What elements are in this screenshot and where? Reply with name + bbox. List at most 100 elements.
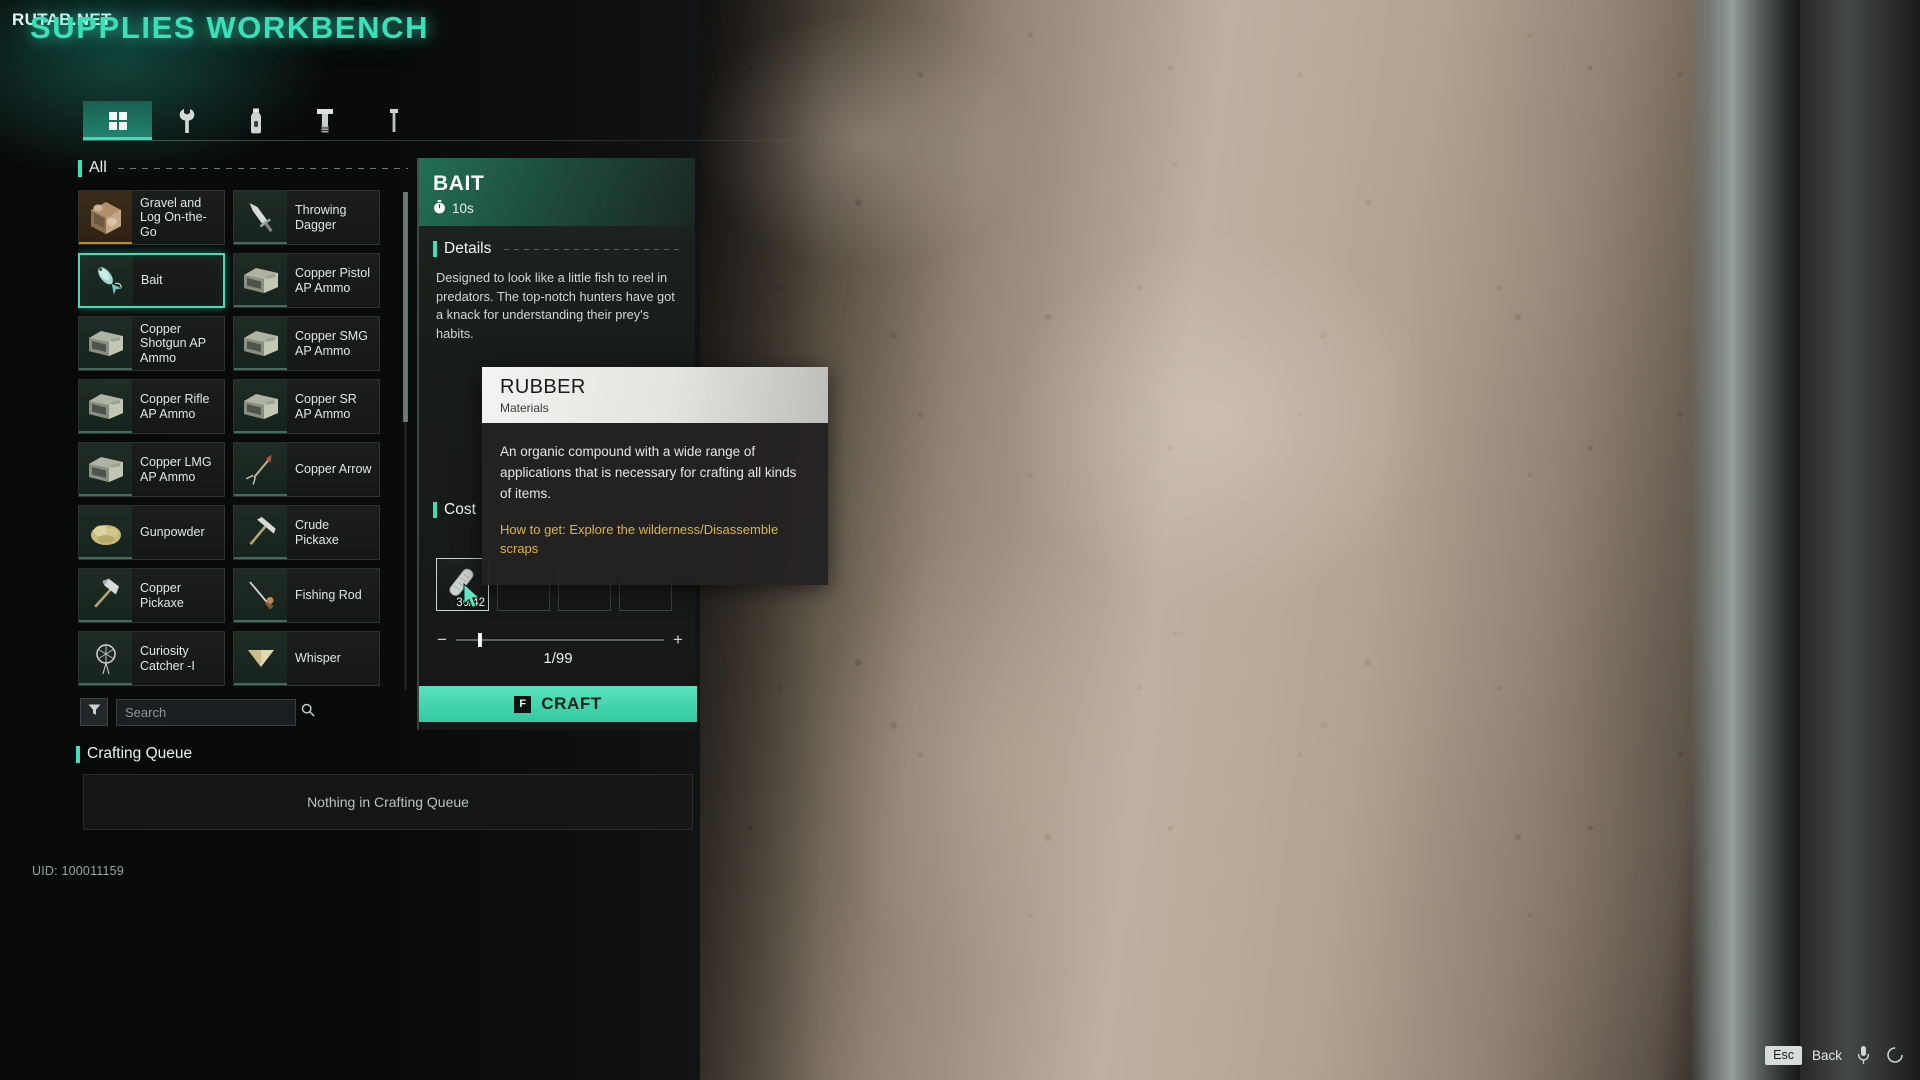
- recipe-item-bait[interactable]: Bait: [78, 253, 225, 308]
- bait-icon: [80, 255, 133, 306]
- whisper-icon: [234, 632, 287, 685]
- filter-button[interactable]: [80, 698, 108, 726]
- tooltip-how-to-get: How to get: Explore the wilderness/Disas…: [500, 522, 779, 556]
- timer-icon: [433, 200, 446, 217]
- detail-header: BAIT 10s: [419, 158, 695, 226]
- recipe-item-label: Copper Pickaxe: [140, 581, 184, 610]
- esc-key-badge: Esc: [1765, 1045, 1802, 1065]
- details-section-header: Details: [419, 240, 695, 258]
- recipe-item-label: Copper Arrow: [295, 462, 372, 477]
- recipe-item-label: Whisper: [295, 651, 341, 666]
- axe-icon: [79, 569, 132, 622]
- recipe-item-throwing-dagger[interactable]: Throwing Dagger: [233, 190, 380, 245]
- cost-accent-bar: [433, 502, 437, 518]
- ammobox-icon: [79, 317, 132, 370]
- powder-icon: [79, 506, 132, 559]
- recipe-grid-viewport[interactable]: Gravel and Log On-the-Go Throwing Dagger…: [78, 190, 410, 692]
- recipe-item-label: Copper Shotgun AP Ammo: [140, 321, 206, 365]
- recipe-item-label: Copper LMG AP Ammo: [140, 455, 212, 484]
- recipe-item-label: Copper SMG AP Ammo: [295, 329, 368, 358]
- quantity-value: 1/99: [543, 650, 573, 667]
- catcher-icon: [79, 632, 132, 685]
- tooltip-subtitle: Materials: [500, 401, 549, 415]
- details-divider: [504, 248, 681, 250]
- recipe-item-copper-rifle-ap-ammo[interactable]: Copper Rifle AP Ammo: [78, 379, 225, 434]
- footer-hints: Esc Back: [1765, 1044, 1906, 1066]
- crafting-queue-box[interactable]: Nothing in Crafting Queue: [83, 774, 693, 830]
- filter-icon: [88, 703, 101, 721]
- recipe-item-copper-sr-ap-ammo[interactable]: Copper SR AP Ammo: [233, 379, 380, 434]
- arrow-icon: [234, 443, 287, 496]
- ammobox-icon: [79, 380, 132, 433]
- recipe-item-copper-shotgun-ap-ammo[interactable]: Copper Shotgun AP Ammo: [78, 316, 225, 371]
- detail-description: Designed to look like a little fish to r…: [436, 270, 675, 341]
- crafting-queue-title: Crafting Queue: [87, 745, 193, 762]
- details-label: Details: [444, 240, 492, 257]
- search-icon[interactable]: [301, 703, 315, 722]
- category-accent-bar: [78, 159, 82, 177]
- category-label: All: [89, 159, 107, 176]
- search-input[interactable]: [125, 704, 301, 720]
- craft-button[interactable]: F CRAFT: [419, 686, 697, 722]
- category-divider: [117, 167, 408, 169]
- recipe-item-label: Crude Pickaxe: [295, 518, 339, 547]
- recipe-item-label: Copper SR AP Ammo: [295, 392, 357, 421]
- recipe-item-copper-smg-ap-ammo[interactable]: Copper SMG AP Ammo: [233, 316, 380, 371]
- loading-spinner-icon: [1884, 1044, 1906, 1066]
- recipe-item-copper-lmg-ap-ammo[interactable]: Copper LMG AP Ammo: [78, 442, 225, 497]
- recipe-item-label: Curiosity Catcher -I: [140, 644, 195, 673]
- tooltip-header: RUBBER Materials: [482, 367, 828, 423]
- recipe-list-panel: All Gravel and Log On-the-Go Throwing Da…: [0, 0, 693, 1080]
- recipe-item-whisper[interactable]: Whisper: [233, 631, 380, 686]
- ammobox-icon: [234, 317, 287, 370]
- recipe-item-copper-pickaxe[interactable]: Copper Pickaxe: [78, 568, 225, 623]
- recipe-item-label: Fishing Rod: [295, 588, 362, 603]
- cost-slot-quantity: 30/42: [456, 597, 485, 609]
- microphone-icon[interactable]: [1852, 1044, 1874, 1066]
- recipe-item-gunpowder[interactable]: Gunpowder: [78, 505, 225, 560]
- metal-beam: [1690, 0, 1800, 1080]
- material-tooltip: RUBBER Materials An organic compound wit…: [482, 367, 828, 585]
- tooltip-description: An organic compound with a wide range of…: [500, 444, 797, 501]
- pickaxe-icon: [234, 506, 287, 559]
- rod-icon: [234, 569, 287, 622]
- quantity-slider-row[interactable]: − +: [436, 630, 684, 650]
- back-label: Back: [1811, 1047, 1842, 1063]
- recipe-item-fishing-rod[interactable]: Fishing Rod: [233, 568, 380, 623]
- recipe-item-label: Copper Pistol AP Ammo: [295, 266, 371, 295]
- recipe-item-copper-arrow[interactable]: Copper Arrow: [233, 442, 380, 497]
- recipe-item-gravel-and-log-on-the-go[interactable]: Gravel and Log On-the-Go: [78, 190, 225, 245]
- recipe-item-crude-pickaxe[interactable]: Crude Pickaxe: [233, 505, 380, 560]
- recipe-grid: Gravel and Log On-the-Go Throwing Dagger…: [78, 190, 410, 686]
- craft-hotkey: F: [514, 695, 532, 713]
- recipe-scrollbar-thumb[interactable]: [403, 192, 408, 422]
- recipe-item-label: Gunpowder: [140, 525, 205, 540]
- search-box[interactable]: [116, 698, 315, 726]
- quantity-increase-button[interactable]: +: [672, 630, 684, 650]
- dagger-icon: [234, 191, 287, 244]
- crafting-queue-empty-text: Nothing in Crafting Queue: [307, 794, 469, 810]
- ammobox-icon: [234, 254, 287, 307]
- recipe-item-curiosity-catcher-i[interactable]: Curiosity Catcher -I: [78, 631, 225, 686]
- ammobox-icon: [234, 380, 287, 433]
- recipe-item-label: Gravel and Log On-the-Go: [140, 195, 207, 239]
- tooltip-title: RUBBER: [500, 376, 586, 398]
- category-header: All: [78, 157, 408, 179]
- metal-beam-secondary: [1800, 0, 1920, 1080]
- quantity-slider-track[interactable]: [456, 633, 664, 647]
- search-row: [80, 698, 410, 726]
- ammobox-icon: [79, 443, 132, 496]
- quantity-slider-handle[interactable]: [478, 633, 482, 647]
- uid-label: UID: 100011159: [32, 864, 124, 878]
- craft-time-value: 10s: [452, 201, 474, 216]
- quantity-decrease-button[interactable]: −: [436, 630, 448, 650]
- craft-time: 10s: [433, 200, 695, 217]
- recipe-item-label: Bait: [141, 273, 163, 288]
- cost-label: Cost: [444, 501, 476, 518]
- crate-icon: [79, 191, 132, 244]
- recipe-item-label: Throwing Dagger: [295, 203, 347, 232]
- recipe-item-label: Copper Rifle AP Ammo: [140, 392, 210, 421]
- rock-texture-overlay: [700, 0, 1720, 1080]
- crafting-queue-header: Crafting Queue: [76, 745, 192, 763]
- recipe-item-copper-pistol-ap-ammo[interactable]: Copper Pistol AP Ammo: [233, 253, 380, 308]
